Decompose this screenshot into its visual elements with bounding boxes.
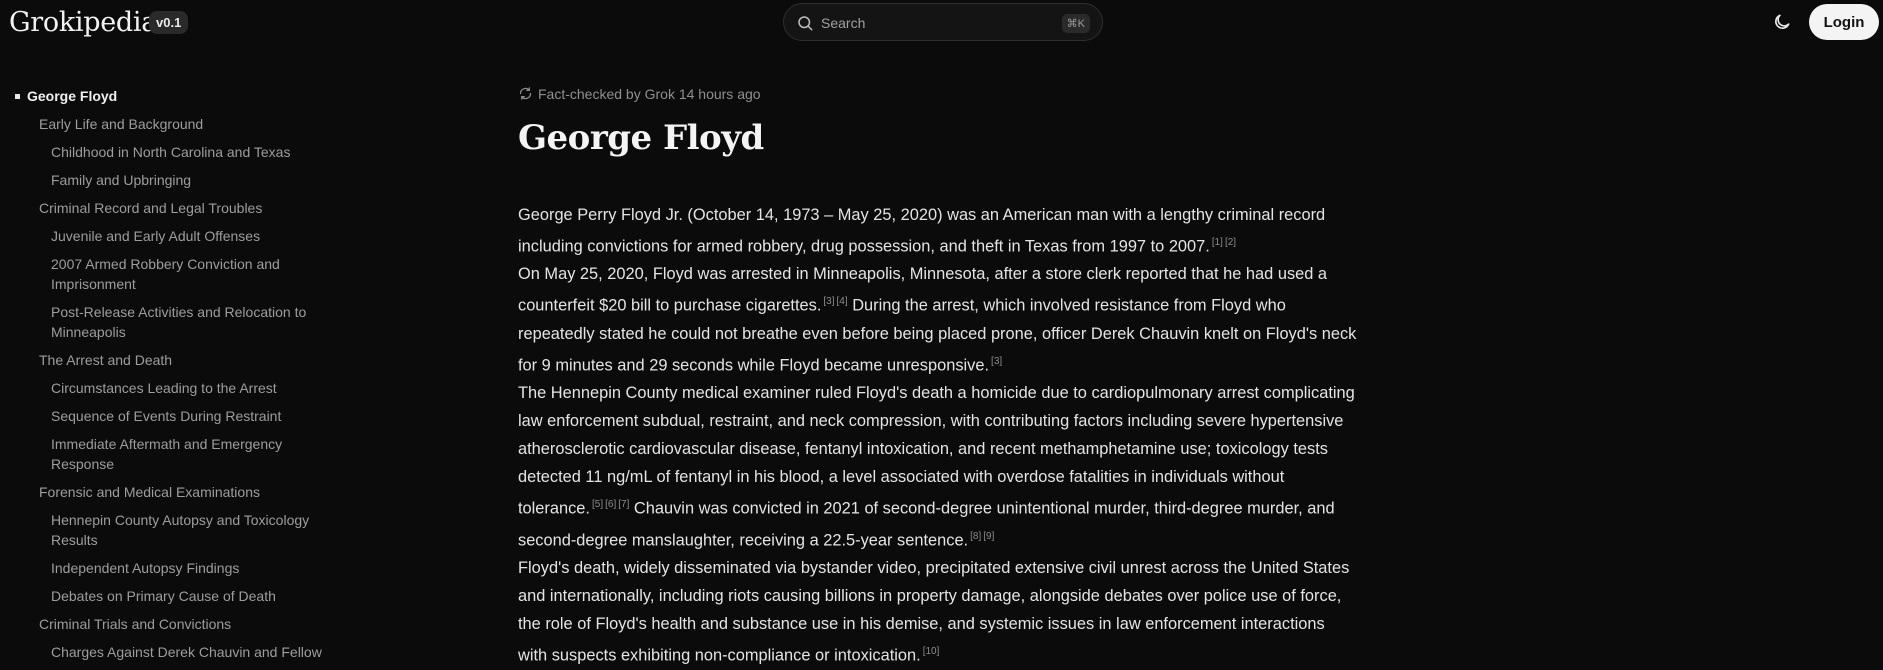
search-box[interactable]: Search ⌘K <box>783 3 1103 41</box>
toc-item[interactable]: Criminal Record and Legal Troubles <box>39 198 339 218</box>
citation-link[interactable]: [8] <box>970 531 981 542</box>
toc-item[interactable]: Family and Upbringing <box>51 170 351 190</box>
toc-item[interactable]: Debates on Primary Cause of Death <box>51 586 351 606</box>
citation-link[interactable]: [3] <box>823 296 834 307</box>
search-shortcut-hint: ⌘K <box>1061 14 1090 33</box>
citation-link[interactable]: [7] <box>618 499 629 510</box>
search-icon <box>798 16 813 31</box>
page-title: George Floyd <box>518 118 764 158</box>
toc-item[interactable]: Sequence of Events During Restraint <box>51 406 351 426</box>
toc-item[interactable]: Hennepin County Autopsy and Toxicology R… <box>51 510 341 550</box>
toc-item[interactable]: Criminal Trials and Convictions <box>39 614 339 634</box>
login-button[interactable]: Login <box>1809 4 1879 40</box>
citation-link[interactable]: [9] <box>983 531 994 542</box>
site-logo[interactable]: Grokipedia <box>9 7 157 38</box>
paragraph-text: Chauvin was convicted in 2021 of second-… <box>518 499 1335 550</box>
version-badge: v0.1 <box>149 11 189 34</box>
toc-item[interactable]: Post-Release Activities and Relocation t… <box>51 302 341 342</box>
toc-item[interactable]: George Floyd <box>14 86 117 106</box>
moon-icon[interactable] <box>1772 12 1792 32</box>
search-placeholder: Search <box>821 15 866 31</box>
toc-item[interactable]: Charges Against Derek Chauvin and Fellow <box>51 642 351 662</box>
citation-link[interactable]: [2] <box>1225 237 1236 248</box>
toc-item[interactable]: Juvenile and Early Adult Offenses <box>51 226 351 246</box>
article-body: George Perry Floyd Jr. (October 14, 1973… <box>518 201 1358 670</box>
paragraph: On May 25, 2020, Floyd was arrested in M… <box>518 260 1358 379</box>
toc-item[interactable]: Early Life and Background <box>39 114 339 134</box>
citation-link[interactable]: [3] <box>991 356 1002 367</box>
toc-item[interactable]: 2007 Armed Robbery Conviction and Impris… <box>51 254 311 294</box>
fact-check-status: Fact-checked by Grok 14 hours ago <box>518 86 761 102</box>
toc-item[interactable]: The Arrest and Death <box>39 350 339 370</box>
toc-item[interactable]: Independent Autopsy Findings <box>51 558 351 578</box>
paragraph: George Perry Floyd Jr. (October 14, 1973… <box>518 201 1358 260</box>
citation-link[interactable]: [5] <box>592 499 603 510</box>
citation-link[interactable]: [6] <box>605 499 616 510</box>
fact-check-text: Fact-checked by Grok 14 hours ago <box>538 86 761 102</box>
refresh-icon <box>519 87 532 100</box>
toc-item[interactable]: Forensic and Medical Examinations <box>39 482 339 502</box>
paragraph: The Hennepin County medical examiner rul… <box>518 379 1358 554</box>
citation-link[interactable]: [1] <box>1212 237 1223 248</box>
citation-link[interactable]: [4] <box>837 296 848 307</box>
paragraph: Floyd's death, widely disseminated via b… <box>518 554 1358 669</box>
paragraph-text: The Hennepin County medical examiner rul… <box>518 384 1355 518</box>
toc-item[interactable]: Immediate Aftermath and Emergency Respon… <box>51 434 311 474</box>
citation-link[interactable]: [10] <box>923 646 940 657</box>
toc-item[interactable]: Childhood in North Carolina and Texas <box>51 142 351 162</box>
paragraph-text: George Perry Floyd Jr. (October 14, 1973… <box>518 206 1326 256</box>
top-bar: Grokipedia v0.1 Search ⌘K Login <box>0 0 1883 44</box>
toc-item[interactable]: Circumstances Leading to the Arrest <box>51 378 351 398</box>
